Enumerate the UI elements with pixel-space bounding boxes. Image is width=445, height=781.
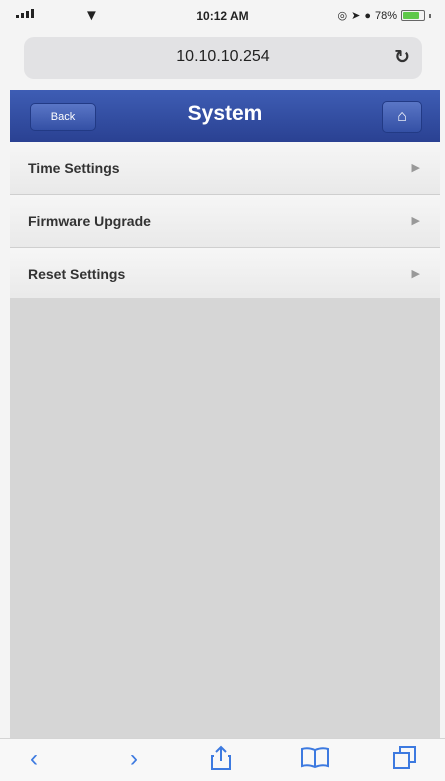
battery-icon	[401, 10, 425, 21]
address-bar[interactable]: 10.10.10.254 ↻	[24, 37, 422, 79]
reload-icon[interactable]: ↻	[394, 46, 410, 69]
rotation-lock-icon: ◎	[337, 10, 348, 22]
page-title: System	[187, 102, 263, 125]
chevron-right-icon: ▶	[411, 215, 420, 227]
url-text[interactable]: 10.10.10.254	[24, 48, 422, 66]
chevron-right-icon: ▶	[411, 268, 420, 280]
forward-arrow-icon[interactable]: ›	[130, 745, 138, 773]
alarm-icon: ●	[364, 9, 371, 22]
status-right: ◎ ➤ ● 78%	[337, 9, 431, 22]
system-menu: Time Settings ▶ Firmware Upgrade ▶ Reset…	[10, 142, 440, 301]
status-bar: ▼ 10:12 AM ◎ ➤ ● 78%	[0, 0, 445, 34]
home-icon[interactable]: ⌂	[382, 101, 422, 133]
bookmarks-icon[interactable]	[300, 745, 330, 776]
page-header: Back System ⌂	[10, 90, 440, 143]
browser-toolbar: ‹ ›	[0, 738, 445, 781]
menu-item-label: Time Settings	[28, 160, 120, 176]
menu-item-label: Reset Settings	[28, 266, 126, 282]
menu-item-time-settings[interactable]: Time Settings ▶	[10, 142, 440, 195]
menu-item-firmware-upgrade[interactable]: Firmware Upgrade ▶	[10, 195, 440, 248]
tabs-icon[interactable]	[392, 745, 418, 778]
chevron-right-icon: ▶	[411, 162, 420, 174]
share-icon[interactable]	[210, 745, 232, 778]
content-area	[10, 298, 440, 738]
location-icon: ➤	[351, 10, 361, 22]
battery-percent: 78%	[374, 9, 397, 22]
back-arrow-icon[interactable]: ‹	[30, 745, 38, 773]
menu-item-reset-settings[interactable]: Reset Settings ▶	[10, 248, 440, 301]
menu-item-label: Firmware Upgrade	[28, 213, 151, 229]
